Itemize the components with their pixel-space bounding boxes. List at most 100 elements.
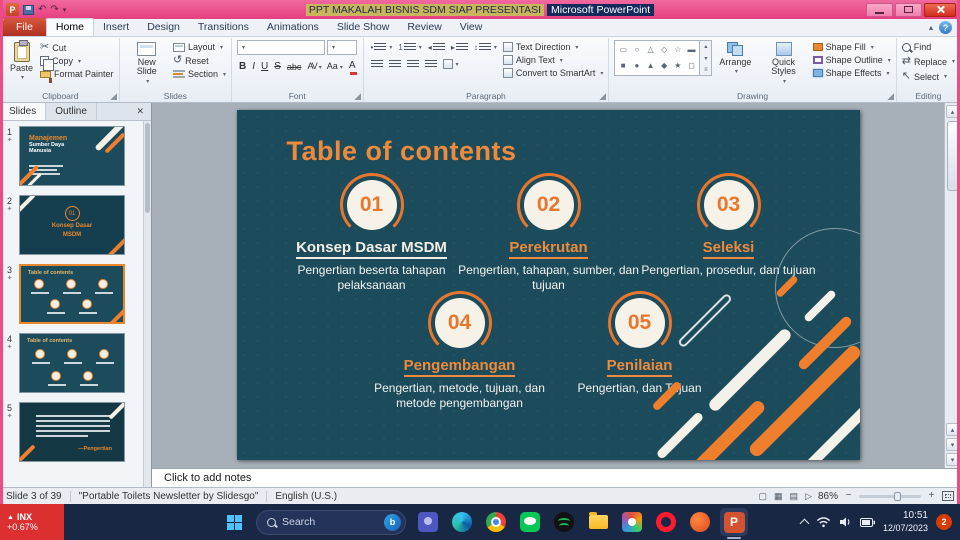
line-icon[interactable] [516, 508, 544, 536]
columns-button[interactable] [441, 58, 461, 70]
qat-customize-caret-icon[interactable]: ▾ [63, 6, 67, 14]
normal-view-button[interactable]: ▢ [758, 491, 769, 501]
new-slide-button[interactable]: New Slide [125, 40, 169, 89]
character-spacing-button[interactable]: AV [305, 59, 322, 75]
powerpoint-app-icon[interactable]: P [6, 3, 19, 16]
powerpoint-taskbar-icon[interactable]: P [720, 508, 748, 539]
cut-button[interactable]: ✂ Cut [40, 42, 114, 53]
toc-item-2[interactable]: 02 Perekrutan Pengertian, tahapan, sumbe… [454, 173, 644, 293]
toc-item-1[interactable]: 01 Konsep Dasar MSDM Pengertian beserta … [277, 173, 467, 293]
text-shadow-button[interactable]: S [272, 60, 283, 74]
toc-item-4[interactable]: 04 Pengembangan Pengertian, metode, tuju… [365, 291, 555, 411]
slide-thumbnail-5[interactable]: 5 ✦ —Pengertian [2, 402, 149, 462]
convert-smartart-button[interactable]: Convert to SmartArt [502, 68, 604, 78]
align-center-button[interactable] [387, 59, 403, 70]
hidden-icons-chevron-icon[interactable] [799, 518, 810, 529]
thumbnail-image[interactable]: —Pengertian [19, 402, 125, 462]
slide-thumbnail-1[interactable]: 1 ✦ Manajemen Sumber Daya Manusia [2, 126, 149, 186]
find-button[interactable]: Find [901, 42, 955, 52]
shapes-more-icon[interactable]: ≡ [704, 67, 708, 73]
minimize-button[interactable] [866, 2, 893, 17]
tab-design[interactable]: Design [138, 19, 189, 36]
select-button[interactable]: ↖ Select [902, 71, 955, 82]
copy-button[interactable]: Copy [40, 56, 114, 71]
shape-outline-button[interactable]: Shape Outline [812, 55, 891, 65]
reset-button[interactable]: ↺ Reset [173, 55, 226, 66]
zoom-slider[interactable] [859, 491, 921, 501]
volume-icon[interactable] [839, 516, 852, 528]
font-color-button[interactable]: A [347, 59, 358, 75]
slide-sorter-view-button[interactable]: ▦ [773, 491, 784, 501]
panel-close-icon[interactable]: ✕ [129, 103, 151, 120]
shape-diamond-icon[interactable]: ◇ [661, 46, 667, 54]
help-button[interactable]: ? [939, 21, 952, 34]
tab-slideshow[interactable]: Slide Show [328, 19, 399, 36]
shape-fill-button[interactable]: Shape Fill [812, 42, 891, 52]
shape-circle-icon[interactable]: ○ [634, 46, 639, 54]
clipboard-dialog-launcher[interactable] [108, 92, 117, 100]
start-button[interactable] [220, 508, 248, 536]
drawing-dialog-launcher[interactable] [885, 92, 894, 100]
thumbnail-image[interactable]: 01 Konsep Dasar MSDM [19, 195, 125, 255]
section-button[interactable]: Section [172, 69, 226, 79]
redo-icon[interactable]: ↷ [50, 4, 58, 15]
undo-icon[interactable]: ↶ [38, 4, 46, 15]
spotify-icon[interactable] [550, 508, 578, 536]
layout-button[interactable]: Layout [172, 42, 226, 52]
align-text-button[interactable]: Align Text [502, 55, 604, 65]
line-spacing-button[interactable]: ↕ [472, 42, 499, 53]
paragraph-dialog-launcher[interactable] [598, 92, 607, 100]
decrease-indent-button[interactable]: ◂ [426, 42, 447, 53]
file-explorer-icon[interactable] [584, 508, 612, 536]
font-size-combo[interactable] [327, 40, 357, 55]
tab-transitions[interactable]: Transitions [189, 19, 258, 36]
shape-rectangle-icon[interactable]: ▭ [619, 46, 627, 54]
fit-to-window-button[interactable] [942, 491, 954, 501]
font-name-combo[interactable] [237, 40, 325, 55]
panel-tab-slides[interactable]: Slides [0, 103, 47, 120]
wifi-icon[interactable] [816, 516, 831, 528]
notes-pane[interactable]: Click to add notes [152, 468, 960, 487]
slide-thumbnail-4[interactable]: 4 ✦ Table of contents [2, 333, 149, 393]
maximize-button[interactable] [895, 2, 922, 17]
language-indicator[interactable]: English (U.S.) [275, 491, 337, 502]
shape-star-icon[interactable]: ☆ [674, 46, 681, 54]
slide-canvas[interactable]: Table of contents 01 Konsep Dasar MSDM P… [236, 110, 860, 460]
tab-animations[interactable]: Animations [258, 19, 328, 36]
slide-thumbnail-2[interactable]: 2 ✦ 01 Konsep Dasar MSDM [2, 195, 149, 255]
opera-icon[interactable] [652, 508, 680, 536]
font-dialog-launcher[interactable] [352, 92, 361, 100]
edge-icon[interactable] [448, 508, 476, 536]
shape-dot-icon[interactable]: ● [634, 62, 639, 70]
bold-button[interactable]: B [237, 60, 248, 74]
quick-styles-button[interactable]: Quick Styles [758, 40, 808, 89]
taskbar-search[interactable]: Search b [256, 509, 406, 535]
increase-indent-button[interactable]: ▸ [449, 42, 470, 53]
text-direction-button[interactable]: Text Direction [502, 42, 604, 52]
shape-effects-button[interactable]: Shape Effects [812, 68, 891, 78]
file-tab[interactable]: File [3, 18, 46, 36]
close-button[interactable] [924, 2, 956, 17]
shape-triangle-icon[interactable]: △ [647, 46, 653, 54]
thumbnail-image[interactable]: Table of contents [19, 264, 125, 324]
notification-badge[interactable]: 2 [936, 514, 952, 530]
shape-box-icon[interactable]: ◻ [688, 62, 695, 70]
shape-bar-icon[interactable]: ▬ [688, 46, 696, 54]
thumbnail-image[interactable]: Manajemen Sumber Daya Manusia [19, 126, 125, 186]
tab-insert[interactable]: Insert [94, 19, 138, 36]
widgets-stock-ticker[interactable]: ▲ INX +0.67% [0, 504, 64, 540]
align-left-button[interactable] [369, 59, 385, 70]
paste-button[interactable]: Paste [7, 40, 36, 89]
shape-square-icon[interactable]: ■ [621, 62, 626, 70]
slide-title[interactable]: Table of contents [287, 136, 517, 167]
reading-view-button[interactable]: ▤ [789, 491, 800, 501]
slide-thumbnail-3-selected[interactable]: 3 ✦ Table of contents [2, 264, 149, 324]
photos-icon[interactable] [618, 508, 646, 536]
strikethrough-button[interactable]: abc [285, 60, 304, 74]
save-icon[interactable] [23, 4, 34, 15]
replace-button[interactable]: ⇄ Replace [902, 56, 955, 67]
tab-review[interactable]: Review [398, 19, 450, 36]
zoom-out-button[interactable]: − [843, 491, 854, 501]
shape-diamond2-icon[interactable]: ◆ [661, 62, 667, 70]
numbering-button[interactable]: 1 [396, 42, 423, 53]
